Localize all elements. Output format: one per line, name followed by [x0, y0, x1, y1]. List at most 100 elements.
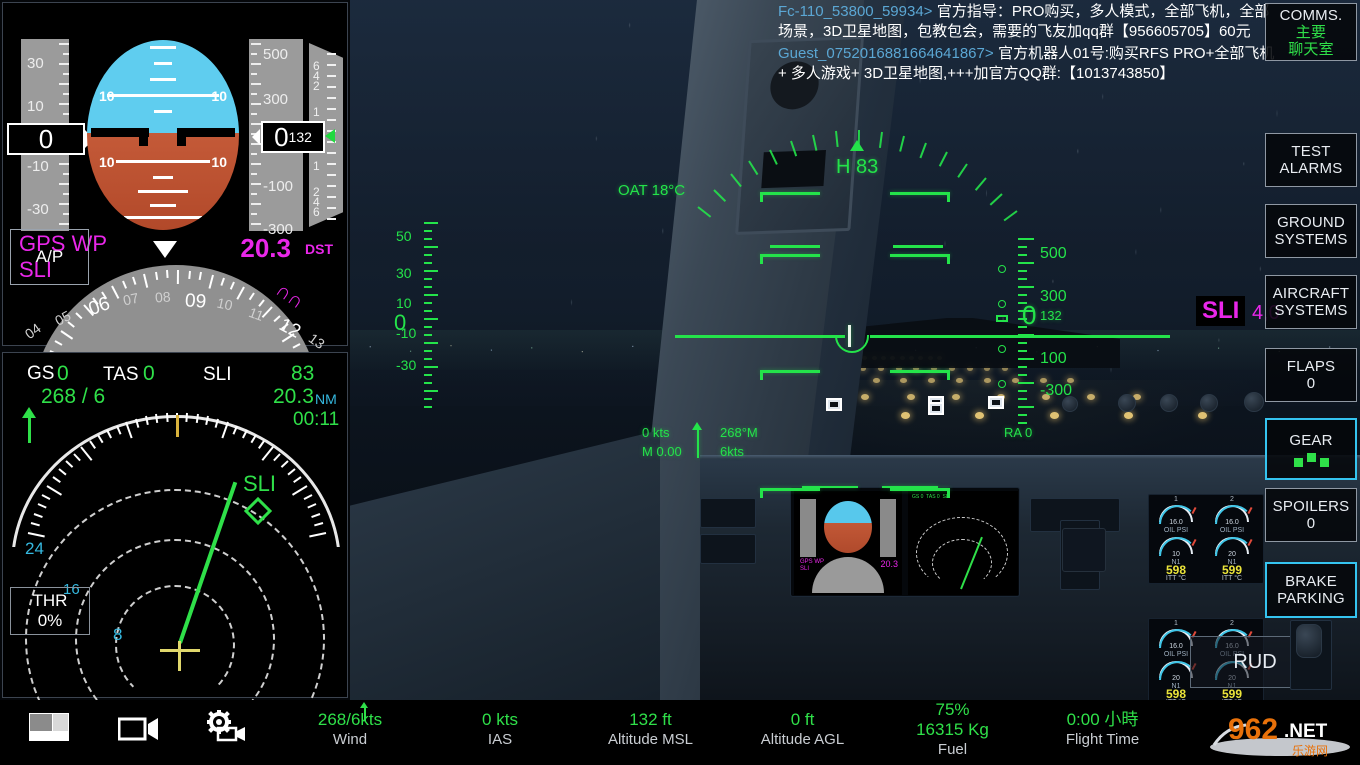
pfd-heading-index	[153, 241, 177, 258]
gear-status-indicators	[1293, 452, 1329, 467]
bottom-status-bar: 268/6kts Wind 0 kts IAS 132 ft Altitude …	[0, 700, 1360, 765]
pfd-compass-tick	[188, 270, 191, 279]
dash-knob-2[interactable]	[1160, 394, 1178, 412]
alt-msl-value: 132 ft	[629, 710, 672, 729]
thrust-indicator[interactable]: THR 0%	[10, 587, 90, 635]
mini-nav-mode-text: GPS WP	[800, 559, 825, 565]
vsi-scale-tick	[327, 86, 336, 88]
comms-button[interactable]: COMMS. 主要 聊天室	[1265, 3, 1357, 61]
gear-button[interactable]: GEAR	[1265, 418, 1357, 480]
runway-light	[983, 378, 991, 384]
test-alarms-button[interactable]: TEST ALARMS	[1265, 133, 1357, 187]
panel-layout-icon[interactable]	[28, 712, 70, 747]
oil-pressure-value: 16.0	[1225, 519, 1239, 526]
vsi-scale-tick	[327, 152, 336, 154]
dash-knob-1[interactable]	[1118, 394, 1136, 412]
nav-overlay-sli: SLI	[1196, 296, 1246, 326]
altitude-tick	[251, 63, 261, 65]
nd-distance-value: 20.3	[273, 385, 314, 408]
vsi-scale-tick	[327, 196, 336, 198]
vsi-scale-tick	[327, 185, 336, 187]
ground-systems-button[interactable]: GROUND SYSTEMS	[1265, 204, 1357, 258]
engine-itt-label: ITT °C	[1165, 575, 1187, 582]
pillar-display	[761, 150, 826, 189]
pfd-compass-tick	[219, 277, 225, 286]
primary-flight-display[interactable]: 30 10 -10 -30 0 10 10 10 10 500 300 -100…	[2, 2, 348, 410]
spoilers-button[interactable]: SPOILERS 0	[1265, 488, 1357, 542]
center-instrument-housing[interactable]: GPS WP SLI 20.3 GS 0 TAS 0 SLI	[790, 487, 1020, 597]
brake-parking-button[interactable]: BRAKE PARKING	[1265, 562, 1357, 618]
altitude-tick	[251, 113, 257, 115]
vsi-scale-tick	[327, 97, 336, 99]
flight-time-value: 0:00 小時	[1066, 710, 1139, 729]
navigation-display[interactable]: GS 0 TAS 0 SLI 83 268 / 6 20.3 NM 00:11 …	[2, 352, 348, 765]
vsi-tick-down: 1	[313, 159, 320, 173]
speed-tick-label: 30	[27, 55, 44, 72]
nd-wind: 268 / 6	[41, 385, 106, 408]
dash-knob-4[interactable]	[1244, 392, 1264, 412]
speed-tick	[63, 73, 69, 75]
status-flight-time: 0:00 小時 Flight Time	[1030, 710, 1175, 749]
nd-compass-tick	[165, 413, 169, 423]
pfd-compass-tick	[177, 269, 180, 285]
ground-systems-label1: GROUND	[1277, 214, 1345, 231]
runway-light	[1011, 378, 1019, 384]
speed-tick-label: 10	[27, 98, 44, 115]
gear-label: GEAR	[1289, 431, 1333, 449]
annunciator-3[interactable]	[928, 402, 944, 415]
engine-number: 2	[1230, 620, 1234, 627]
pfd-compass-tick	[273, 314, 282, 322]
site-watermark: 962 .NET 乐游网	[1206, 707, 1354, 759]
vsi-scale-tick	[327, 64, 336, 66]
autopilot-label: A/P	[35, 247, 64, 266]
nd-waypoint-bearing: 83	[291, 362, 315, 385]
altitude-tick	[251, 203, 261, 205]
n1-value: 10	[1172, 551, 1180, 558]
pfd-compass-label: 07	[121, 289, 141, 309]
engine-number: 2	[1230, 496, 1234, 503]
mini-dst-value: 20.3	[880, 559, 898, 569]
pfd-compass-tick	[292, 342, 301, 349]
svg-text:962: 962	[1228, 713, 1278, 746]
oil-pressure-value: 16.0	[1169, 519, 1183, 526]
dash-knob-3[interactable]	[1200, 394, 1218, 412]
video-camera-icon[interactable]	[117, 716, 162, 747]
mini-pfd-display[interactable]: GPS WP SLI 20.3	[794, 491, 902, 595]
runway-light	[951, 394, 960, 401]
nd-aircraft-symbol-v	[178, 641, 181, 671]
vsi-scale-tick	[327, 53, 336, 55]
engine-itt-label: ITT °C	[1221, 575, 1243, 582]
annunciator-2[interactable]	[988, 396, 1004, 409]
radio-panel[interactable]	[1062, 528, 1106, 572]
chat-username: Fc-110_53800_59934>	[778, 3, 933, 20]
pfd-compass-tick	[154, 271, 158, 280]
camera-settings-icon[interactable]	[204, 710, 250, 747]
throttle-lever[interactable]	[1296, 624, 1322, 658]
ias-label: IAS	[487, 731, 513, 748]
wind-value: 268/6kts	[317, 710, 383, 729]
fuel-percent: 75%	[935, 700, 970, 719]
multiplayer-chat[interactable]: Fc-110_53800_59934> 官方指导：PRO购买，多人模式，全部飞机…	[778, 2, 1278, 84]
annunciator-4[interactable]	[826, 398, 842, 411]
speed-tick	[63, 193, 69, 195]
pfd-compass-tick	[198, 271, 203, 281]
speed-tick	[59, 103, 69, 105]
engine-gauge-cluster-upper[interactable]: 1 16.0 OIL PSI 10 N1 598 ITT °C 2 16.0 OIL PSI 20 N…	[1148, 494, 1264, 584]
pfd-compass-tick	[111, 285, 120, 299]
switch-block-left-1[interactable]	[700, 498, 756, 528]
pitch-label-dn-left: 10	[99, 154, 115, 170]
aircraft-systems-button[interactable]: AIRCRAFT SYSTEMS	[1265, 275, 1357, 329]
speed-tick	[59, 183, 69, 185]
autopilot-button[interactable]: A/P	[10, 229, 89, 285]
aircraft-symbol-right-tip	[177, 128, 186, 146]
wind-arrow-head	[360, 702, 368, 708]
runway-light	[956, 378, 964, 384]
speed-tick-label: -30	[27, 201, 49, 218]
mini-nav-display[interactable]: GS 0 TAS 0 SLI	[908, 491, 1018, 595]
dash-knob-5[interactable]	[1062, 396, 1078, 412]
nd-distance-unit: NM	[315, 391, 337, 407]
flaps-button[interactable]: FLAPS 0	[1265, 348, 1357, 402]
svg-text:.NET: .NET	[1284, 721, 1328, 742]
engine-number: 1	[1174, 620, 1178, 627]
switch-block-left-2[interactable]	[700, 534, 756, 564]
